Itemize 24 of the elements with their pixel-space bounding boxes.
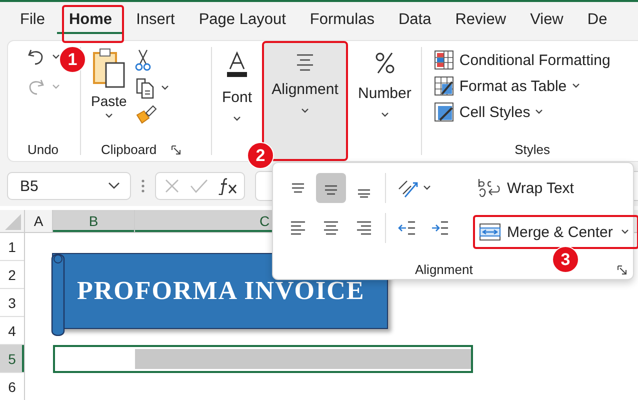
ribbon-tab[interactable]: Insert xyxy=(124,3,187,37)
styles-button[interactable]: Cell Styles xyxy=(434,102,610,122)
ribbon-tab[interactable]: De xyxy=(575,3,620,37)
wrap-text-button[interactable]: Wrap Text xyxy=(473,175,638,201)
banner-title: PROFORMA INVOICE xyxy=(77,276,365,306)
group-label: Undo xyxy=(27,142,59,159)
styles-button[interactable]: Conditional Formatting xyxy=(434,50,610,70)
group-label: Styles xyxy=(514,142,550,159)
ribbon-tab[interactable]: Formulas xyxy=(298,3,386,37)
number-button[interactable]: Number xyxy=(350,41,420,161)
ribbon-tab[interactable]: Page Layout xyxy=(186,3,298,37)
group-label: Alignment xyxy=(415,262,473,277)
ribbon-tab[interactable]: View xyxy=(518,3,576,37)
name-box[interactable]: B5 xyxy=(7,172,131,200)
merge-center-button[interactable]: Merge & Center xyxy=(473,215,638,249)
ribbon-tab[interactable]: Data xyxy=(386,3,444,37)
styles-button[interactable]: Format as Table xyxy=(434,76,610,96)
ribbon-tab[interactable]: File xyxy=(8,3,57,37)
ribbon-tab[interactable]: Home xyxy=(56,3,124,37)
row-header[interactable]: 5 xyxy=(0,345,24,373)
paste-button[interactable]: Paste xyxy=(91,47,127,125)
column-header[interactable]: B xyxy=(53,210,135,232)
group-label: Clipboard xyxy=(101,142,157,159)
ribbon-tab[interactable]: Review xyxy=(443,3,518,37)
